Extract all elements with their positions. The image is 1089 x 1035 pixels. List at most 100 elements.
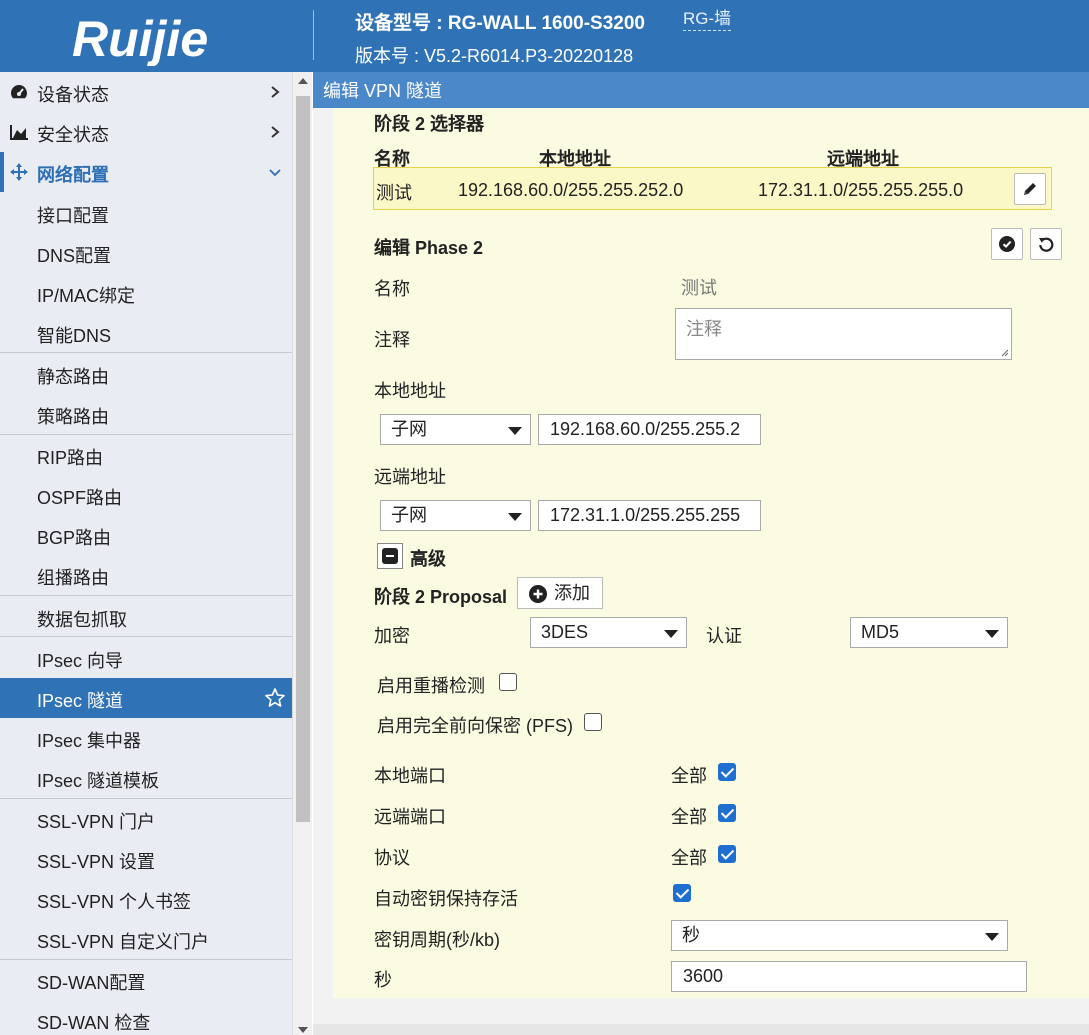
- sidebar-item-label: 静态路由: [37, 367, 109, 387]
- star-icon[interactable]: [264, 687, 286, 709]
- sidebar-item-static-route[interactable]: 静态路由: [0, 354, 292, 394]
- nav-divider: [0, 595, 292, 596]
- sidebar-item-label: 策略路由: [37, 407, 109, 427]
- sidebar-item-ipsec-tunnel-template[interactable]: IPsec 隧道模板: [0, 758, 292, 798]
- version-number: 版本号 : V5.2-R6014.P3-20220128: [355, 46, 634, 66]
- main-content: 编辑 VPN 隧道 阶段 2 选择器 名称 本地地址 远端地址 测试 192.1…: [313, 72, 1089, 1035]
- seconds-label: 秒: [374, 970, 392, 990]
- page-title: 编辑 VPN 隧道: [313, 72, 1089, 108]
- sidebar-item-multicast-route[interactable]: 组播路由: [0, 555, 292, 595]
- caret-down-icon: [664, 630, 678, 638]
- sidebar-item-label: 接口配置: [37, 206, 109, 226]
- collapse-advanced-icon[interactable]: [377, 543, 403, 569]
- select-value: 3DES: [541, 622, 589, 642]
- sidebar-item-label: 智能DNS: [37, 326, 112, 346]
- protocol-label: 协议: [374, 848, 410, 868]
- remote-address-input[interactable]: 172.31.1.0/255.255.255: [538, 500, 761, 531]
- select-value: 子网: [391, 419, 427, 439]
- scroll-down-arrow-icon[interactable]: [298, 1027, 308, 1033]
- sidebar-item-dns-config[interactable]: DNS配置: [0, 233, 292, 273]
- caret-down-icon: [508, 427, 522, 435]
- sidebar-item-ipsec-concentrator[interactable]: IPsec 集中器: [0, 718, 292, 758]
- name-label: 名称: [374, 279, 410, 299]
- sidebar-item-ssl-vpn-settings[interactable]: SSL-VPN 设置: [0, 839, 292, 879]
- remote-port-all-label: 全部: [671, 807, 707, 827]
- local-port-label: 本地端口: [374, 766, 446, 786]
- sidebar-item-sd-wan-config[interactable]: SD-WAN配置: [0, 960, 292, 1000]
- local-port-all-checkbox[interactable]: [718, 763, 736, 781]
- sidebar-item-interface-config[interactable]: 接口配置: [0, 193, 292, 233]
- protocol-all-label: 全部: [671, 848, 707, 868]
- sidebar-item-ipsec-tunnel[interactable]: IPsec 隧道: [0, 678, 292, 718]
- caret-down-icon: [985, 630, 999, 638]
- sidebar-item-device-status[interactable]: 设备状态: [0, 72, 292, 112]
- remote-port-all-checkbox[interactable]: [718, 804, 736, 822]
- name-value: 测试: [681, 278, 717, 298]
- top-header: Ruijie 设备型号 : RG-WALL 1600-S3200 RG-墙 版本…: [0, 0, 1089, 72]
- pfs-checkbox[interactable]: [584, 713, 602, 731]
- ruijie-logo: Ruijie: [72, 11, 208, 66]
- caret-down-icon: [508, 513, 522, 521]
- check-circle-icon: [999, 236, 1015, 252]
- sidebar-item-sd-wan-check[interactable]: SD-WAN 检查: [0, 1000, 292, 1035]
- encryption-label: 加密: [374, 626, 410, 646]
- sidebar-item-label: IP/MAC绑定: [37, 286, 136, 306]
- remote-port-label: 远端端口: [374, 807, 446, 827]
- sidebar-item-ssl-vpn-custom-portal[interactable]: SSL-VPN 自定义门户: [0, 919, 292, 959]
- sidebar-item-packet-capture[interactable]: 数据包抓取: [0, 597, 292, 637]
- undo-button[interactable]: [1030, 228, 1062, 260]
- sidebar-item-ipsec-wizard[interactable]: IPsec 向导: [0, 638, 292, 678]
- comment-textarea[interactable]: 注释: [675, 308, 1012, 360]
- scrollbar-thumb[interactable]: [296, 96, 310, 822]
- edit-selector-button[interactable]: [1014, 173, 1046, 205]
- sidebar-item-label: 设备状态: [37, 85, 109, 105]
- svg-text:Ruijie: Ruijie: [72, 11, 208, 66]
- local-address-input[interactable]: 192.168.60.0/255.255.2: [538, 414, 761, 445]
- sidebar-item-smart-dns[interactable]: 智能DNS: [0, 313, 292, 353]
- sidebar-scrollbar[interactable]: [292, 72, 312, 1035]
- plus-circle-icon: [529, 585, 547, 603]
- sidebar-item-ip-mac-binding[interactable]: IP/MAC绑定: [0, 273, 292, 313]
- pencil-icon: [1024, 183, 1036, 195]
- sidebar-item-ssl-vpn-bookmarks[interactable]: SSL-VPN 个人书签: [0, 879, 292, 919]
- selector-remote: 172.31.1.0/255.255.255.0: [758, 180, 964, 200]
- add-proposal-button[interactable]: 添加: [517, 577, 603, 609]
- comment-placeholder: 注释: [686, 319, 722, 339]
- remote-address-type-select[interactable]: 子网: [380, 500, 531, 531]
- local-address-type-select[interactable]: 子网: [380, 414, 531, 445]
- encryption-select[interactable]: 3DES: [530, 617, 687, 648]
- remote-address-label: 远端地址: [374, 467, 446, 487]
- scroll-up-arrow-icon[interactable]: [298, 78, 308, 84]
- sidebar-item-label: SSL-VPN 个人书签: [37, 892, 192, 912]
- seconds-input[interactable]: 3600: [671, 961, 1027, 992]
- auth-select[interactable]: MD5: [850, 617, 1008, 648]
- sidebar-item-rip-route[interactable]: RIP路由: [0, 435, 292, 475]
- confirm-button[interactable]: [991, 228, 1023, 260]
- header-divider: [313, 10, 314, 60]
- sidebar-item-network-config[interactable]: 网络配置: [0, 152, 292, 192]
- auto-keepalive-label: 自动密钥保持存活: [374, 889, 518, 909]
- pfs-label: 启用完全前向保密 (PFS): [377, 716, 573, 736]
- device-model: 设备型号 : RG-WALL 1600-S3200: [355, 13, 646, 34]
- sidebar-item-label: IPsec 向导: [37, 651, 124, 671]
- dashboard-icon: [11, 85, 27, 99]
- edit-phase2-title: 编辑 Phase 2: [374, 238, 484, 258]
- edit-panel: 阶段 2 选择器 名称 本地地址 远端地址 测试 192.168.60.0/25…: [333, 108, 1089, 998]
- selector-row[interactable]: 测试 192.168.60.0/255.255.252.0 172.31.1.0…: [373, 167, 1052, 210]
- auto-keepalive-checkbox[interactable]: [673, 884, 691, 902]
- sidebar-item-ssl-vpn-portal[interactable]: SSL-VPN 门户: [0, 799, 292, 839]
- sidebar-item-bgp-route[interactable]: BGP路由: [0, 515, 292, 555]
- nav-divider: [0, 636, 292, 637]
- bottom-strip: [313, 1024, 1089, 1035]
- sidebar-item-policy-route[interactable]: 策略路由: [0, 394, 292, 434]
- resize-grip-icon[interactable]: [999, 347, 1009, 357]
- device-tag[interactable]: RG-墙: [683, 8, 732, 31]
- advanced-label[interactable]: 高级: [410, 545, 446, 571]
- sidebar-item-security-status[interactable]: 安全状态: [0, 112, 292, 152]
- key-lifetime-select[interactable]: 秒: [671, 920, 1008, 951]
- protocol-all-checkbox[interactable]: [718, 845, 736, 863]
- sidebar-item-ospf-route[interactable]: OSPF路由: [0, 475, 292, 515]
- caret-down-icon: [985, 933, 999, 941]
- selector-name: 测试: [376, 183, 412, 203]
- replay-detection-checkbox[interactable]: [499, 673, 517, 691]
